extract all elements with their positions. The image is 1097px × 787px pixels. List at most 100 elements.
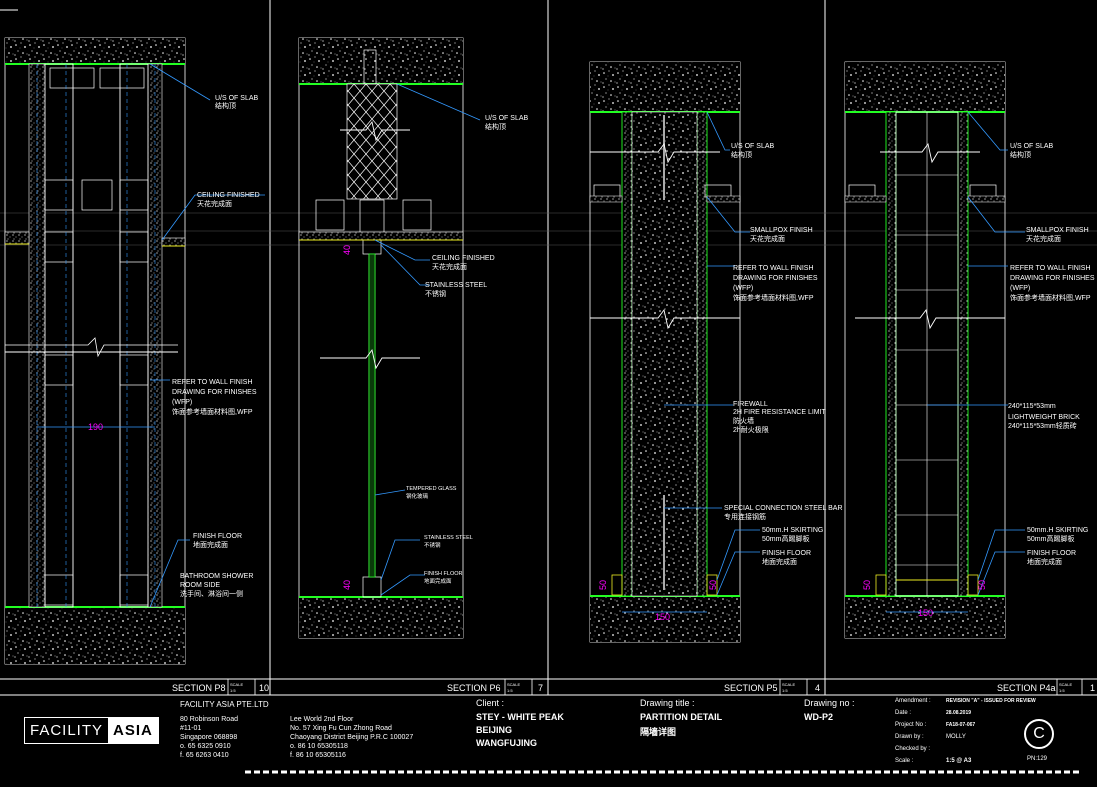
p4a-slab-label: U/S OF SLAB [1010, 143, 1054, 150]
date-label: Date : [895, 710, 912, 716]
p4a-left-dim: 50 [862, 580, 872, 590]
facility-asia-logo: FACILITY ASIA [24, 717, 159, 744]
p5-smallpox-cn: 天花完成面 [750, 234, 785, 243]
p4a-brick-3: 240*115*53mm轻质砖 [1008, 421, 1077, 430]
p8-slab-label: U/S OF SLAB [215, 95, 259, 102]
amendment-value: REVISION "A" - ISSUED FOR REVIEW [946, 698, 1036, 704]
client-line-1: STEY - WHITE PEAK [476, 712, 564, 722]
p5-floor-cn: 地面完成面 [762, 557, 797, 566]
logo-text-right: ASIA [108, 718, 158, 743]
p5-fire-cn-1: 防火墙 [733, 416, 754, 425]
sg-phone: o. 65 6325 0910 [180, 743, 231, 750]
section-p5-title: SECTION P5 [724, 683, 778, 693]
company-name: FACILITY ASIA PTE.LTD [180, 700, 269, 709]
section-p6-drawing: 40 40 U/S OF SLAB 结构顶 CEILING FINISHED 天… [298, 37, 529, 639]
section-p5-drawing: 150 50 50 U/S OF SLAB 结构顶 SMALLPOX FINIS… [589, 61, 843, 643]
p5-fire-cn-2: 2h耐火极限 [733, 425, 769, 434]
p8-refer-cn: 饰面参考墙面材料图,WFP [172, 407, 253, 416]
scale-label: Scale : [895, 758, 914, 764]
p6-slab-label: U/S OF SLAB [485, 115, 529, 122]
section-p6-scale-label: SCALE [507, 682, 520, 687]
bj-address-3: Chaoyang District Beijing P.R.C 100027 [290, 734, 414, 741]
drawing-no: WD-P2 [804, 712, 833, 722]
p8-floor-cn: 地面完成面 [193, 540, 228, 549]
client-line-2: BEIJING [476, 725, 513, 735]
p8-refer-2: DRAWING FOR FINISHES [172, 389, 257, 396]
bj-fax: f. 86 10 65305116 [290, 752, 346, 759]
section-p8-number: 10 [259, 683, 269, 693]
drawn-by-label: Drawn by : [895, 734, 924, 740]
drawing-title: PARTITION DETAIL [640, 712, 723, 722]
p6-dim-bottom: 40 [342, 580, 352, 590]
p6-steel2-label: STAINLESS STEEL [424, 535, 473, 541]
section-p6-scale: 1:5 [507, 688, 513, 693]
p5-smallpox-label: SMALLPOX FINISH [750, 227, 813, 234]
client-label: Client : [476, 698, 505, 708]
bj-phone: o. 86 10 65305118 [290, 743, 348, 750]
p6-steel2-cn: 不锈钢 [424, 541, 441, 549]
p6-ceiling-cn: 天花完成面 [432, 262, 467, 271]
bj-address-1: Lee World 2nd Floor [290, 716, 354, 723]
p8-refer-3: (WFP) [172, 399, 192, 406]
p5-floor-label: FINISH FLOOR [762, 550, 811, 557]
section-p5-scale-label: SCALE [782, 682, 795, 687]
p4a-floor-label: FINISH FLOOR [1027, 550, 1076, 557]
section-p8-scale-label: SCALE [230, 682, 243, 687]
p8-bath-1: BATHROOM SHOWER [180, 573, 253, 580]
p5-right-dim: 50 [708, 580, 718, 590]
section-title-strip [227, 679, 1083, 695]
p5-left-dim: 50 [598, 580, 608, 590]
p4a-width-dim: 150 [918, 608, 933, 618]
checked-by-label: Checked by : [895, 746, 931, 752]
p4a-refer-3: (WFP) [1010, 285, 1030, 292]
p5-slab-label: U/S OF SLAB [731, 143, 775, 150]
p5-bar-label: SPECIAL CONNECTION STEEL BAR [724, 505, 843, 512]
drawn-by-value: MOLLY [946, 734, 966, 740]
p8-slab-cn: 结构顶 [215, 101, 236, 110]
p5-fire-1: FIREWALL [733, 401, 768, 408]
p6-dim-top: 40 [342, 245, 352, 255]
p8-ceiling-cn: 天花完成面 [197, 199, 232, 208]
p5-refer-3: (WFP) [733, 285, 753, 292]
p8-ceiling-label: CEILING FINISHED [197, 192, 260, 199]
p5-bar-cn: 专用连接钢筋 [724, 512, 766, 521]
p6-floor-cn: 地面完成面 [424, 577, 452, 585]
bj-address-2: No. 57 Xing Fu Cun Zhong Road [290, 725, 392, 732]
section-p4a-drawing: 150 50 50 U/S OF SLAB 结构顶 SMALLPOX FINIS… [844, 61, 1095, 639]
amendment-label: Amendment : [895, 698, 931, 704]
p8-floor-label: FINISH FLOOR [193, 533, 242, 540]
p6-ceiling-label: CEILING FINISHED [432, 255, 495, 262]
p6-floor-label: FINISH FLOOR [424, 571, 463, 577]
project-no-value: FA18-07-067 [946, 722, 976, 728]
p4a-refer-2: DRAWING FOR FINISHES [1010, 275, 1095, 282]
drawing-title-cn: 隔墙详图 [640, 727, 677, 737]
drawing-title-label: Drawing title : [640, 698, 695, 708]
section-p8-title: SECTION P8 [172, 683, 226, 693]
p8-refer-1: REFER TO WALL FINISH [172, 379, 253, 386]
p4a-floor-cn: 地面完成面 [1027, 557, 1062, 566]
section-p5-number: 4 [815, 683, 820, 693]
section-p8-drawing: 190 U/S OF SLAB 结构顶 CEILING FINISHED 天花完… [4, 37, 265, 665]
project-no-label: Project No : [895, 722, 927, 728]
drawing-no-label: Drawing no : [804, 698, 855, 708]
p4a-refer-1: REFER TO WALL FINISH [1010, 265, 1091, 272]
p4a-skirt-label: 50mm.H SKIRTING [1027, 527, 1088, 534]
section-p4a-scale-label: SCALE [1059, 682, 1072, 687]
p5-slab-cn: 结构顶 [731, 150, 752, 159]
p5-fire-2: 2H FIRE RESISTANCE LIMIT [733, 409, 827, 416]
scale-value: 1:5 @ A3 [946, 758, 972, 764]
section-p6-number: 7 [538, 683, 543, 693]
p4a-right-dim: 50 [977, 580, 987, 590]
section-p5-scale: 1:5 [782, 688, 788, 693]
sg-address-2: #11-01 [180, 725, 202, 732]
p5-refer-2: DRAWING FOR FINISHES [733, 275, 818, 282]
p4a-brick-1: 240*115*53mm [1008, 403, 1056, 410]
p5-refer-cn: 饰面参考墙面材料图,WFP [733, 293, 814, 302]
section-p4a-scale: 1:5 [1059, 688, 1065, 693]
p8-bath-2: ROOM SIDE [180, 582, 220, 589]
p4a-brick-2: LIGHTWEIGHT BRICK [1008, 414, 1080, 421]
p5-skirt-label: 50mm.H SKIRTING [762, 527, 823, 534]
logo-text-left: FACILITY [25, 718, 109, 743]
p5-refer-1: REFER TO WALL FINISH [733, 265, 814, 272]
sg-fax: f. 65 6263 0410 [180, 752, 229, 759]
